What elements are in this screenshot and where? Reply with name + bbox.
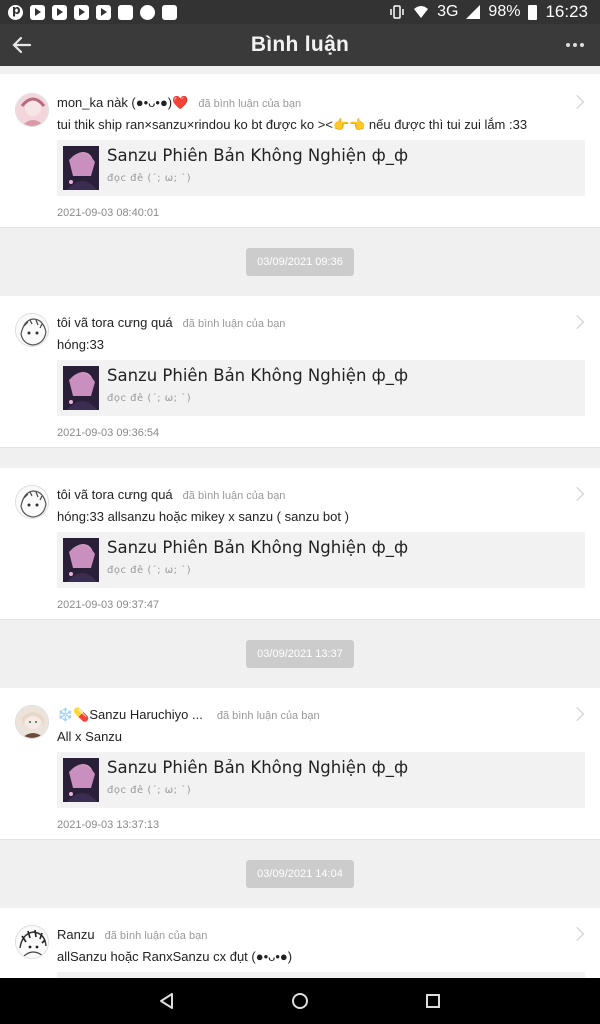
chevron-right-icon[interactable] [569, 94, 585, 110]
author-name[interactable]: ❄️💊Sanzu Haruchiyo ... [57, 707, 203, 722]
notification-icons [8, 3, 177, 20]
status-bar: 3G 98% 16:23 [0, 0, 600, 24]
comment-author[interactable]: mon_ka nàk (●•ᴗ•●)❤️ đã bình luận của bạn [57, 95, 301, 111]
comment-action: đã bình luận của bạn [182, 490, 286, 502]
comment-author[interactable]: tôi vã tora cưng quá đã bình luận của bạn [57, 487, 285, 502]
author-name[interactable]: mon_ka nàk (●•ᴗ•●)❤️ [57, 95, 188, 110]
square-recents-icon [426, 994, 441, 1008]
battery-percent: 98% [488, 3, 521, 20]
comment-action: đã bình luận của bạn [216, 710, 320, 722]
network-type: 3G [437, 3, 459, 20]
page-title: Bình luận [250, 33, 350, 56]
story-subtitle: đọc đê (´; ω; `) [107, 785, 192, 796]
story-subtitle: đọc đê (´; ω; `) [107, 393, 192, 404]
story-subtitle: đọc đê (´; ω; `) [107, 173, 192, 184]
youtube-icon [74, 4, 89, 20]
back-button[interactable] [8, 30, 38, 60]
more-dot-icon [580, 43, 584, 47]
comment-action: đã bình luận của bạn [182, 318, 286, 330]
avatar[interactable] [15, 313, 49, 347]
comment-text: hóng:33 allsanzu hoặc mikey x sanzu ( sa… [57, 509, 349, 524]
story-title: Sanzu Phiên Bản Không Nghiện ф_ф [107, 538, 409, 557]
app-bar: Bình luận [0, 24, 600, 66]
comment-timestamp: 2021-09-03 13:37:13 [57, 819, 160, 831]
image-edit-icon [118, 4, 133, 20]
youtube-icon [52, 4, 67, 20]
triangle-back-icon [159, 993, 173, 1009]
avatar[interactable] [15, 93, 49, 127]
avatar[interactable] [15, 925, 49, 959]
comment-text: allSanzu hoặc RanxSanzu cx đụt (●•ᴗ•●) [57, 949, 293, 964]
comment-action: đã bình luận của bạn [198, 98, 302, 110]
clock: 16:23 [545, 2, 588, 21]
more-options-button[interactable] [560, 30, 590, 60]
vibrate-icon [390, 5, 404, 19]
author-name[interactable]: tôi vã tora cưng quá [57, 487, 173, 502]
signal-icon [466, 5, 481, 19]
wifi-icon [414, 6, 429, 18]
chevron-right-icon[interactable] [569, 314, 585, 330]
author-name[interactable]: Ranzu [57, 927, 95, 942]
avatar[interactable] [15, 485, 49, 519]
comment-timestamp: 2021-09-03 08:40:01 [57, 207, 160, 219]
system-nav-bar [0, 978, 600, 1024]
chevron-right-icon[interactable] [569, 926, 585, 942]
avatar[interactable] [15, 705, 49, 739]
story-title: Sanzu Phiên Bản Không Nghiện ф_ф [107, 758, 409, 777]
more-dot-icon [566, 43, 570, 47]
quoted-story[interactable]: Sanzu Phiên Bản Không Nghiện ф_ф đọc đê … [57, 752, 585, 808]
comment-card[interactable]: tôi vã tora cưng quá đã bình luận của bạn… [0, 296, 600, 448]
more-dot-icon [573, 43, 577, 47]
author-name[interactable]: tôi vã tora cưng quá [57, 315, 173, 330]
comment-author[interactable]: tôi vã tora cưng quá đã bình luận của bạn [57, 315, 285, 330]
nav-recents-button[interactable] [413, 981, 453, 1021]
quoted-story[interactable]: Sanzu Phiên Bản Không Nghiện ф_ф đọc đê … [57, 532, 585, 588]
comment-feed[interactable]: mon_ka nàk (●•ᴗ•●)❤️ đã bình luận của bạn… [0, 66, 600, 978]
story-subtitle: đọc đê (´; ω; `) [107, 565, 192, 576]
comment-text: All x Sanzu [57, 729, 123, 744]
story-cover [63, 538, 99, 582]
youtube-icon [96, 4, 111, 20]
story-cover [63, 758, 99, 802]
comment-author[interactable]: ❄️💊Sanzu Haruchiyo ... đã bình luận của b… [57, 707, 320, 723]
comment-author[interactable]: Ranzu đã bình luận của bạn [57, 927, 207, 942]
date-divider: 03/09/2021 14:04 [246, 860, 354, 888]
gallery-icon [162, 4, 177, 20]
nav-home-button[interactable] [280, 981, 320, 1021]
comment-action: đã bình luận của bạn [104, 930, 208, 942]
chevron-right-icon[interactable] [569, 706, 585, 722]
story-cover [63, 146, 99, 190]
comment-timestamp: 2021-09-03 09:36:54 [57, 427, 160, 439]
date-divider: 03/09/2021 13:37 [246, 640, 354, 668]
battery-icon [528, 4, 538, 20]
comment-card[interactable]: tôi vã tora cưng quá đã bình luận của bạn… [0, 468, 600, 620]
comment-card[interactable]: ❄️💊Sanzu Haruchiyo ... đã bình luận của b… [0, 688, 600, 840]
circle-home-icon [291, 993, 308, 1009]
comment-card[interactable]: mon_ka nàk (●•ᴗ•●)❤️ đã bình luận của bạn… [0, 74, 600, 228]
arrow-left-icon [12, 36, 32, 54]
date-divider: 03/09/2021 09:36 [246, 248, 354, 276]
quoted-story[interactable]: Sanzu Phiên Bản Không Nghiện ф_ф đọc đê … [57, 140, 585, 196]
story-title: Sanzu Phiên Bản Không Nghiện ф_ф [107, 366, 409, 385]
chevron-right-icon[interactable] [569, 486, 585, 502]
story-title: Sanzu Phiên Bản Không Nghiện ф_ф [107, 146, 409, 165]
comment-timestamp: 2021-09-03 09:37:47 [57, 599, 160, 611]
comment-card[interactable]: Ranzu đã bình luận của bạn allSanzu hoặc … [0, 908, 600, 978]
quoted-story[interactable]: Sanzu Phiên Bản Không Nghiện ф_ф đọc đê … [57, 360, 585, 416]
story-cover [63, 366, 99, 410]
app-notification-icon [140, 4, 155, 20]
nav-back-button[interactable] [147, 981, 187, 1021]
youtube-icon [30, 4, 45, 20]
comment-text: hóng:33 [57, 337, 104, 352]
comment-text: tui thik ship ran×sanzu×rindou ko bt đượ… [57, 117, 528, 132]
pinterest-icon [8, 3, 23, 20]
